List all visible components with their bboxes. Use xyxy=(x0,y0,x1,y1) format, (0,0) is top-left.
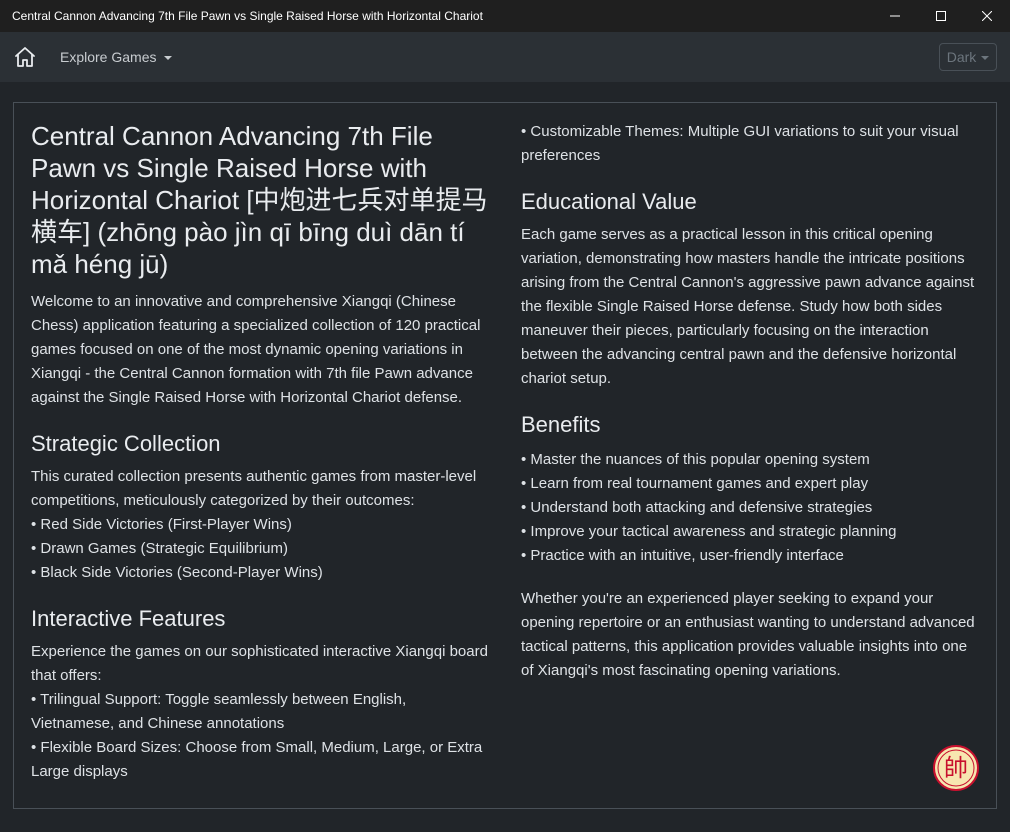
close-icon xyxy=(982,11,992,21)
right-column: • Customizable Themes: Multiple GUI vari… xyxy=(521,120,983,683)
list-item: • Understand both attacking and defensiv… xyxy=(521,499,873,516)
strategic-section: This curated collection presents authent… xyxy=(31,465,491,585)
page-title: Central Cannon Advancing 7th File Pawn v… xyxy=(31,121,488,279)
list-item: • Trilingual Support: Toggle seamlessly … xyxy=(31,691,407,732)
intro-paragraph: Welcome to an innovative and comprehensi… xyxy=(31,293,481,406)
home-icon xyxy=(15,47,35,67)
window-titlebar: Central Cannon Advancing 7th File Pawn v… xyxy=(0,0,1010,32)
benefits-heading: Benefits xyxy=(521,412,601,437)
strategic-text: This curated collection presents authent… xyxy=(31,468,477,509)
interactive-heading: Interactive Features xyxy=(31,606,226,631)
maximize-button[interactable] xyxy=(918,0,964,32)
list-item: • Improve your tactical awareness and st… xyxy=(521,523,897,540)
caret-down-icon xyxy=(981,56,990,60)
theme-dropdown-button[interactable]: Dark xyxy=(939,43,997,71)
left-column: Central Cannon Advancing 7th File Pawn v… xyxy=(31,120,491,784)
theme-label: Dark xyxy=(946,49,977,65)
explore-games-dropdown[interactable]: Explore Games xyxy=(60,49,173,65)
minimize-button[interactable] xyxy=(872,0,918,32)
logo-character: 帥 xyxy=(944,754,968,782)
general-piece-logo: 帥 xyxy=(933,745,979,791)
interactive-text: Experience the games on our sophisticate… xyxy=(31,643,488,684)
content-panel: Central Cannon Advancing 7th File Pawn v… xyxy=(13,102,997,809)
educational-heading: Educational Value xyxy=(521,189,697,214)
list-item: • Black Side Victories (Second-Player Wi… xyxy=(31,564,323,581)
list-item: • Red Side Victories (First-Player Wins) xyxy=(31,516,292,533)
home-button[interactable] xyxy=(12,44,38,70)
explore-games-label: Explore Games xyxy=(60,49,157,65)
closing-paragraph: Whether you're an experienced player see… xyxy=(521,590,975,679)
educational-text: Each game serves as a practical lesson i… xyxy=(521,226,975,387)
navbar: Explore Games Dark xyxy=(0,32,1010,82)
list-item: • Customizable Themes: Multiple GUI vari… xyxy=(521,123,959,164)
list-item: • Drawn Games (Strategic Equilibrium) xyxy=(31,540,288,557)
xiangqi-piece-icon: 帥 xyxy=(933,745,979,791)
benefits-list: • Master the nuances of this popular ope… xyxy=(521,448,983,568)
list-item: • Master the nuances of this popular ope… xyxy=(521,451,870,468)
minimize-icon xyxy=(890,15,900,17)
list-item: • Practice with an intuitive, user-frien… xyxy=(521,547,844,564)
window-title: Central Cannon Advancing 7th File Pawn v… xyxy=(12,9,483,23)
caret-down-icon xyxy=(164,56,173,60)
list-item: • Flexible Board Sizes: Choose from Smal… xyxy=(31,739,483,780)
maximize-icon xyxy=(936,11,946,21)
interactive-section: Experience the games on our sophisticate… xyxy=(31,640,491,784)
close-button[interactable] xyxy=(964,0,1010,32)
list-item: • Learn from real tournament games and e… xyxy=(521,475,869,492)
strategic-heading: Strategic Collection xyxy=(31,431,221,456)
